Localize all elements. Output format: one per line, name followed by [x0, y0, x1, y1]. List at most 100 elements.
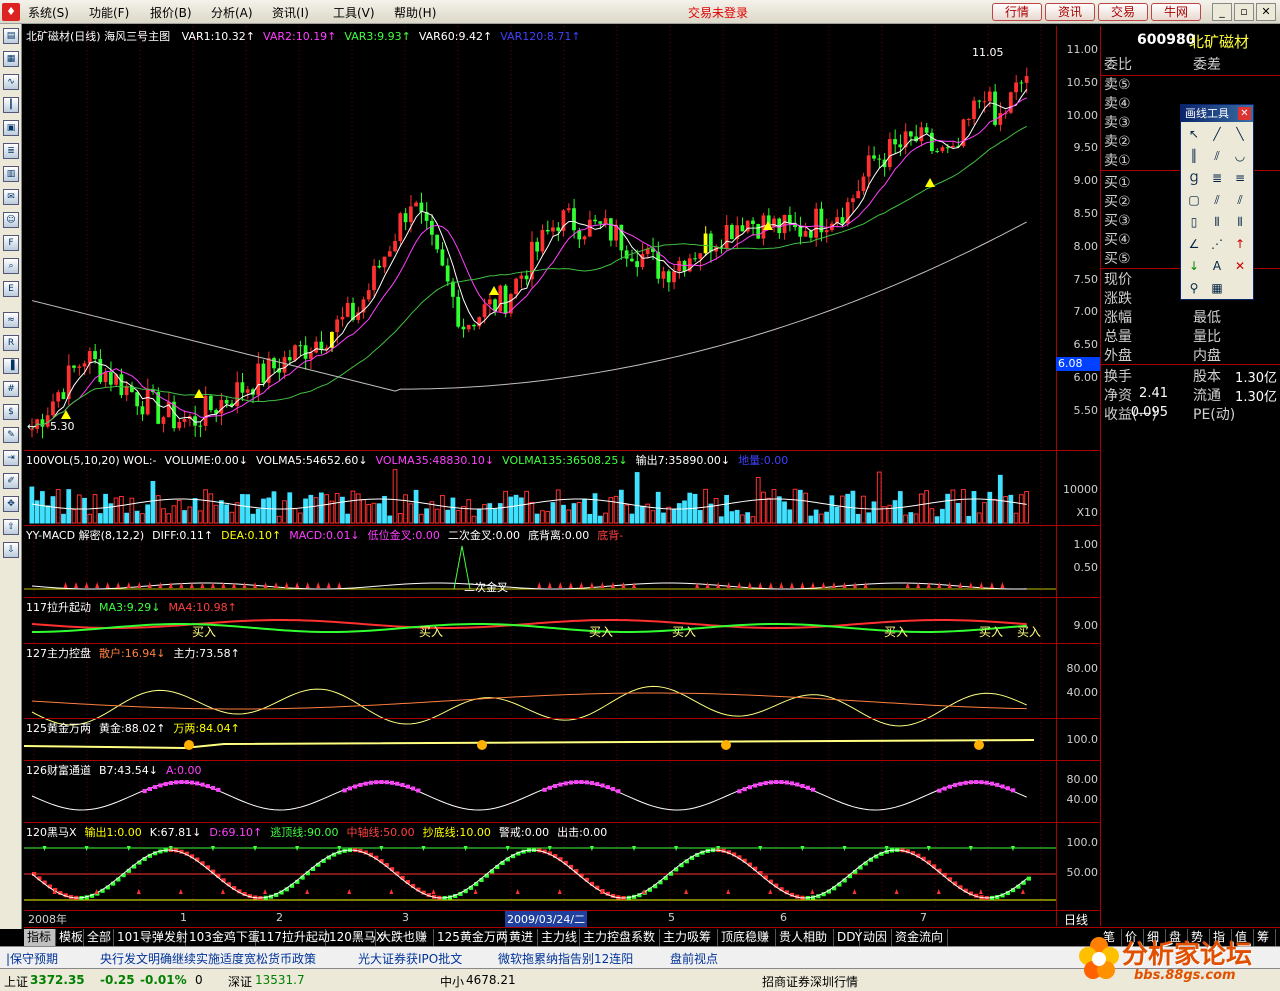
move-icon[interactable]: ✥	[3, 496, 19, 512]
draw-tool-button[interactable]: ║	[1185, 147, 1203, 165]
volume-bar	[366, 504, 372, 524]
news-item[interactable]: |保守预期	[6, 950, 58, 967]
arrow-down-icon[interactable]: ⇩	[3, 542, 19, 558]
draw-tool-window[interactable]: 画线工具 ✕ ↖ ╱ ╲ ║ ⫽ ◡ Ɡ ≣ ≡ ▢ ⫽ ⫽ ▯ ⦀ ⦀ ∠ ⋰ ↑ ↓ A ✕ ⚲ ▦	[1180, 104, 1254, 300]
period-label[interactable]: 日线	[1064, 911, 1088, 928]
list-icon[interactable]: ▤	[3, 28, 19, 44]
news-item[interactable]: 微软拖累纳指告别12连阳	[498, 950, 633, 967]
indicator-tab[interactable]: 顶底稳赚	[718, 929, 776, 946]
draw-tool-button[interactable]: ∠	[1185, 235, 1203, 253]
grid-icon[interactable]: ▦	[3, 51, 19, 67]
wrench-icon[interactable]: ✎	[3, 427, 19, 443]
calc-icon[interactable]: #	[3, 381, 19, 397]
indicator-tab[interactable]: 贵人相助	[776, 929, 834, 946]
indicator-tab[interactable]: 主力吸筹	[660, 929, 718, 946]
a-bar	[153, 785, 158, 790]
niuwang-button[interactable]: 牛网	[1151, 3, 1201, 21]
draw-tool-button[interactable]: ⋰	[1208, 235, 1226, 253]
draw-tool-button[interactable]: ⫽	[1208, 147, 1226, 165]
magnify-icon[interactable]: ⌕	[3, 258, 19, 274]
bar-icon[interactable]: ▐	[3, 358, 19, 374]
indicator-tab[interactable]: 117拉升起动	[256, 929, 330, 946]
window-icon[interactable]: ▣	[3, 120, 19, 136]
indicator-tab[interactable]: 101导弹发射	[114, 929, 188, 946]
quote-button[interactable]: 行情	[992, 3, 1042, 21]
draw-tool-button[interactable]: ╱	[1208, 125, 1226, 143]
draw-tool-button[interactable]: ⦀	[1231, 213, 1249, 231]
draw-tool-button[interactable]: ↑	[1231, 235, 1249, 253]
draw-tool-button[interactable]: ⫽	[1231, 191, 1249, 209]
draw-tool-button[interactable]: ↓	[1185, 257, 1203, 275]
indicator-tab[interactable]: 动因	[860, 929, 892, 946]
minimize-button[interactable]: _	[1212, 3, 1232, 21]
draw-tool-button[interactable]: ▯	[1185, 213, 1203, 231]
wave-icon[interactable]: ≈	[3, 312, 19, 328]
menu-help[interactable]: 帮助(H)	[394, 4, 436, 21]
candle-body	[603, 218, 608, 224]
news-item[interactable]: 盘前视点	[670, 950, 718, 967]
draw-tool-button[interactable]: ⦀	[1208, 213, 1226, 231]
mail-icon[interactable]: ✉	[3, 189, 19, 205]
indicator-tab[interactable]: 主力控盘系数	[580, 929, 660, 946]
draw-tool-button[interactable]: ⫽	[1208, 191, 1226, 209]
arrow-up-icon[interactable]: ⇧	[3, 519, 19, 535]
draw-tool-button[interactable]: Ɡ	[1185, 169, 1203, 187]
menu-analysis[interactable]: 分析(A)	[211, 4, 253, 21]
news-item[interactable]: 光大证券获IPO批文	[358, 950, 462, 967]
menu-function[interactable]: 功能(F)	[89, 4, 129, 21]
draw-tool-button[interactable]: ⚲	[1185, 279, 1203, 297]
indicator-tab[interactable]: 103金鸡下蛋	[186, 929, 260, 946]
users-icon[interactable]: ☺	[3, 212, 19, 228]
line-chart-icon[interactable]: ∿	[3, 74, 19, 90]
trade-button[interactable]: 交易	[1098, 3, 1148, 21]
a-bar	[1005, 786, 1010, 791]
etf-icon[interactable]: E	[3, 281, 19, 297]
close-button[interactable]: ✕	[1256, 3, 1276, 21]
indicator-tab[interactable]: 资金流向	[892, 929, 948, 946]
menu-tools[interactable]: 工具(V)	[333, 4, 375, 21]
draw-tool-button[interactable]: ≣	[1208, 169, 1226, 187]
draw-tool-button[interactable]: ≡	[1231, 169, 1249, 187]
chart-canvas[interactable]: 二次金叉买入 买入 买入 买入 买入 买入 买入	[24, 26, 1056, 926]
draw-tool-close-icon[interactable]: ✕	[1238, 107, 1251, 120]
news-item[interactable]: 央行发文明确继续实施适度宽松货币政策	[100, 950, 316, 967]
draw-tool-button[interactable]: ✕	[1231, 257, 1249, 275]
volume-bar	[466, 499, 472, 524]
draw-tool-button[interactable]: ↖	[1185, 125, 1203, 143]
menu-info[interactable]: 资讯(I)	[272, 4, 309, 21]
indicator-tab[interactable]: DDY	[834, 929, 862, 946]
draw-tool-button[interactable]: ╲	[1231, 125, 1249, 143]
kline-icon[interactable]: ┃	[3, 97, 19, 113]
table-icon[interactable]: ▥	[3, 166, 19, 182]
axis-tick-label: 50.00	[1066, 866, 1099, 879]
menu-system[interactable]: 系统(S)	[28, 4, 69, 21]
draw-tool-button[interactable]: ▢	[1185, 191, 1203, 209]
stat-value: 1.30亿	[1235, 371, 1277, 386]
indicator-tab[interactable]: 指标	[24, 929, 56, 946]
draw-tool-title[interactable]: 画线工具 ✕	[1181, 105, 1253, 122]
f10-icon[interactable]: F	[3, 235, 19, 251]
volume-bar	[197, 510, 203, 524]
pen-icon[interactable]: ✐	[3, 473, 19, 489]
app-logo-icon[interactable]: ♦	[2, 3, 20, 21]
restore-button[interactable]: ▫	[1234, 3, 1254, 21]
macd-bar	[337, 582, 342, 588]
indicator-tab[interactable]: 全部	[84, 929, 114, 946]
menu-quote[interactable]: 报价(B)	[150, 4, 192, 21]
indicator-tab[interactable]: 大跌也赚	[376, 929, 434, 946]
draw-tool-button[interactable]: A	[1208, 257, 1226, 275]
draw-tool-button[interactable]: ▦	[1208, 279, 1226, 297]
dollar-icon[interactable]: $	[3, 404, 19, 420]
indicator-tab[interactable]: 模板	[56, 929, 84, 946]
indicator-tab[interactable]: 120黑马X	[326, 929, 384, 946]
indicator-tab[interactable]: 主力线	[538, 929, 580, 946]
indicator-tab[interactable]: 黄进	[506, 929, 538, 946]
volume-bar	[818, 513, 824, 524]
report-icon[interactable]: ≣	[3, 143, 19, 159]
chart-area[interactable]: 二次金叉 买入 买入 买入 买入 买入 买入 买入	[24, 26, 1056, 926]
rsi-icon[interactable]: R	[3, 335, 19, 351]
export-icon[interactable]: ⇥	[3, 450, 19, 466]
indicator-tab[interactable]: 125黄金万两	[434, 929, 508, 946]
draw-tool-button[interactable]: ◡	[1231, 147, 1249, 165]
news-button[interactable]: 资讯	[1045, 3, 1095, 21]
